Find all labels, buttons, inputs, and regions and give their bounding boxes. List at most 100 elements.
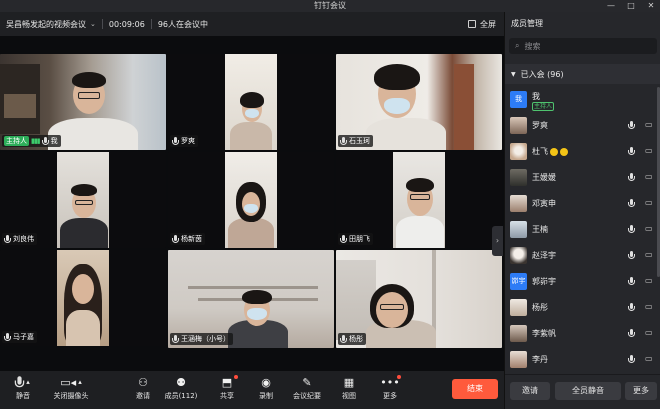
chevron-up-icon[interactable]: ▴ xyxy=(26,378,30,386)
video-tile[interactable]: 王涵梅（小号） xyxy=(168,250,334,348)
chevron-down-icon[interactable]: ⌄ xyxy=(90,20,96,28)
avatar xyxy=(510,325,527,342)
grid-icon: ▦ xyxy=(343,375,355,389)
video-camera-icon[interactable]: ▭ xyxy=(645,302,653,311)
member-row[interactable]: 王媛媛 ▭ xyxy=(505,166,660,190)
avatar: 我 xyxy=(510,91,527,108)
mute-all-button[interactable]: 全员静音 xyxy=(555,382,621,400)
close-icon[interactable]: ✕ xyxy=(646,0,656,12)
microphone-icon xyxy=(340,136,347,146)
member-name: 李丹 xyxy=(532,355,548,364)
microphone-icon[interactable] xyxy=(628,173,635,182)
member-row[interactable]: 李紫帆 ▭ xyxy=(505,322,660,346)
member-row[interactable]: 罗爽 ▭ xyxy=(505,114,660,138)
video-tile[interactable]: 马子嘉 xyxy=(0,250,166,346)
video-tile[interactable]: 罗爽 xyxy=(168,54,334,150)
microphone-icon[interactable] xyxy=(628,355,635,364)
video-camera-icon[interactable]: ▭ xyxy=(645,146,653,155)
microphone-icon xyxy=(340,334,347,344)
video-camera-icon[interactable]: ▭ xyxy=(645,354,653,363)
host-badge: 主持人 xyxy=(4,136,29,146)
member-name: 邓寅申 xyxy=(532,199,556,208)
member-row[interactable]: 峁宇 郭峁宇 ▭ xyxy=(505,270,660,294)
member-search[interactable]: ⌕ xyxy=(509,38,657,54)
member-row[interactable]: 我 我 主持人 xyxy=(505,88,660,112)
avatar xyxy=(510,351,527,368)
microphone-icon[interactable] xyxy=(628,251,635,260)
tile-name: 王涵梅（小号） xyxy=(181,335,230,343)
app-title: 钉钉会议 xyxy=(314,1,346,10)
camera-button[interactable]: ▭◂ ▴ 关闭摄像头 xyxy=(48,374,94,406)
member-row[interactable]: 杨彤 ▭ xyxy=(505,296,660,320)
microphone-icon[interactable] xyxy=(628,277,635,286)
video-tile[interactable]: 杨彤 xyxy=(336,250,502,348)
tile-nametag: 主持人 ▮▮▮ 我 xyxy=(2,135,61,147)
window-controls: — □ ✕ xyxy=(606,0,656,12)
more-button[interactable]: ••• 更多 xyxy=(367,374,413,406)
search-input[interactable] xyxy=(524,41,635,51)
invite-button[interactable]: 邀请 xyxy=(510,382,550,400)
record-label: 录制 xyxy=(259,392,273,400)
chevron-up-icon[interactable]: ▴ xyxy=(78,378,82,386)
microphone-icon[interactable] xyxy=(628,121,635,130)
minutes-label: 会议纪要 xyxy=(293,392,321,400)
mute-button[interactable]: ▴ 静音 xyxy=(0,374,46,406)
view-label: 视图 xyxy=(342,392,356,400)
member-row[interactable]: 王楠 ▭ xyxy=(505,218,660,242)
tile-nametag: 马子嘉 xyxy=(2,331,37,343)
meeting-name[interactable]: 吴昌畅发起的视频会议 xyxy=(6,19,86,30)
video-tile[interactable]: 刘良伟 xyxy=(0,152,166,248)
member-row[interactable]: 李丹 ▭ xyxy=(505,348,660,372)
video-camera-icon[interactable]: ▭ xyxy=(645,276,653,285)
microphone-icon xyxy=(4,234,11,244)
microphone-icon xyxy=(41,136,49,146)
tile-nametag: 王涵梅（小号） xyxy=(170,333,233,345)
record-button[interactable]: ◉ 录制 xyxy=(243,374,289,406)
video-tile[interactable]: 田朋飞 xyxy=(336,152,502,248)
video-camera-icon[interactable]: ▭ xyxy=(645,224,653,233)
member-row[interactable]: 邓寅申 ▭ xyxy=(505,192,660,216)
video-camera-icon[interactable]: ▭ xyxy=(645,328,653,337)
member-name: 李紫帆 xyxy=(532,329,556,338)
microphone-icon[interactable] xyxy=(628,199,635,208)
minimize-icon[interactable]: — xyxy=(606,0,616,12)
member-row[interactable]: 赵泽宇 ▭ xyxy=(505,244,660,268)
video-tile[interactable]: 主持人 ▮▮▮ 我 xyxy=(0,54,166,150)
panel-collapse-button[interactable]: › xyxy=(492,226,503,256)
video-tile[interactable]: 杨新茵 xyxy=(168,152,334,248)
microphone-icon xyxy=(172,234,179,244)
video-camera-icon[interactable]: ▭ xyxy=(645,198,653,207)
member-name: 杨彤 xyxy=(532,303,548,312)
video-tile[interactable]: 石玉珂 xyxy=(336,54,502,150)
microphone-icon[interactable] xyxy=(628,147,635,156)
divider xyxy=(101,19,103,29)
video-camera-icon[interactable]: ▭ xyxy=(645,120,653,129)
fullscreen-icon xyxy=(468,20,476,28)
view-button[interactable]: ▦ 视图 xyxy=(326,374,372,406)
end-meeting-button[interactable]: 结束 xyxy=(452,379,498,399)
maximize-icon[interactable]: □ xyxy=(626,0,636,12)
title-bar: 钉钉会议 — □ ✕ xyxy=(0,0,660,12)
video-camera-icon: ▭◂ xyxy=(60,375,77,389)
microphone-icon[interactable] xyxy=(628,329,635,338)
video-camera-icon[interactable]: ▭ xyxy=(645,250,653,259)
more-label: 更多 xyxy=(383,392,397,400)
member-row[interactable]: 杜飞 ▭ xyxy=(505,140,660,164)
tile-name: 田朋飞 xyxy=(349,235,370,243)
meeting-toolbar: ▴ 静音 ▭◂ ▴ 关闭摄像头 ⚇ 邀请 ⚉ 成员(112) ⬒ 共享 ◉ 录制 … xyxy=(0,371,504,409)
microphone-icon[interactable] xyxy=(628,303,635,312)
more-options-button[interactable]: 更多 xyxy=(625,382,657,400)
video-grid: 主持人 ▮▮▮ 我 罗爽 石玉珂 刘良伟 杨新茵 田朋飞 马子嘉 王涵梅（小号）… xyxy=(0,36,504,371)
members-button[interactable]: ⚉ 成员(112) xyxy=(158,374,204,406)
emoji-badge-icon xyxy=(560,147,568,156)
avatar xyxy=(510,221,527,238)
members-label: 成员(112) xyxy=(164,392,198,400)
video-camera-icon[interactable]: ▭ xyxy=(645,172,653,181)
tile-nametag: 石玉珂 xyxy=(338,135,373,147)
member-name: 王媛媛 xyxy=(532,173,556,182)
microphone-icon[interactable] xyxy=(628,225,635,234)
joined-group-header[interactable]: ▼ 已入会 (96) xyxy=(505,64,660,84)
fullscreen-button[interactable]: 全屏 xyxy=(468,12,496,36)
minutes-button[interactable]: ✎ 会议纪要 xyxy=(284,374,330,406)
tile-name: 石玉珂 xyxy=(349,137,370,145)
